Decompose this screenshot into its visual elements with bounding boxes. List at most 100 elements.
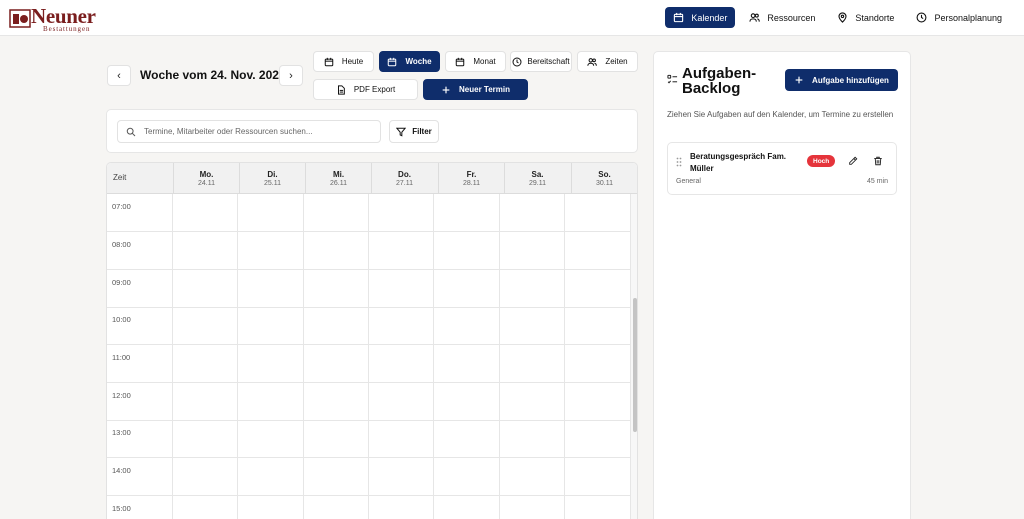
grid-divider — [368, 194, 369, 519]
day-date: 24.11 — [198, 180, 215, 187]
nav-item-label: Ressourcen — [767, 12, 816, 23]
hour-row[interactable]: 15:00 — [107, 496, 631, 519]
next-week-button[interactable]: › — [279, 65, 303, 86]
week-title: Woche vom 24. Nov. 2025 — [140, 68, 286, 82]
logo-mark-icon — [9, 9, 31, 28]
hour-label: 15:00 — [112, 504, 131, 513]
day-header-sat: Sa. 29.11 — [504, 163, 570, 194]
view-label: Zeiten — [605, 57, 628, 66]
hour-row[interactable]: 11:00 — [107, 345, 631, 383]
grid-divider — [499, 194, 500, 519]
view-woche-button[interactable]: Woche — [379, 51, 440, 72]
calendar-scrollbar[interactable] — [631, 194, 637, 519]
hour-label: 13:00 — [112, 428, 131, 437]
view-label: Heute — [341, 57, 364, 66]
hour-row[interactable]: 14:00 — [107, 458, 631, 496]
add-task-label: Aufgabe hinzufügen — [812, 75, 889, 85]
day-date: 25.11 — [264, 180, 281, 187]
add-task-button[interactable]: Aufgabe hinzufügen — [785, 69, 898, 91]
priority-badge: Hoch — [807, 155, 836, 167]
search-icon — [126, 127, 136, 136]
nav-item-label: Kalender — [691, 12, 728, 23]
search-placeholder: Termine, Mitarbeiter oder Ressourcen suc… — [144, 127, 313, 136]
day-header-tue: Di. 25.11 — [239, 163, 305, 194]
scrollbar-thumb[interactable] — [633, 298, 637, 432]
hour-label: 10:00 — [112, 315, 131, 324]
grid-divider — [172, 194, 173, 519]
view-bereitschaft-button[interactable]: Bereitschaft — [510, 51, 572, 72]
top-bar: Neuner Bestattungen Kalender Ressourcen … — [0, 0, 1024, 36]
hour-row[interactable]: 10:00 — [107, 307, 631, 345]
day-name: Mi. — [332, 170, 345, 179]
day-header-fri: Fr. 28.11 — [438, 163, 504, 194]
view-label: Bereitschaft — [527, 57, 570, 66]
day-header-thu: Do. 27.11 — [371, 163, 437, 194]
day-header-wed: Mi. 26.11 — [305, 163, 371, 194]
hour-row[interactable]: 08:00 — [107, 232, 631, 270]
day-name: Fr. — [466, 170, 477, 179]
task-title: Beratungsgespräch Fam. Müller — [690, 152, 787, 173]
day-date: 28.11 — [463, 180, 480, 187]
nav-item-label: Personalplanung — [934, 12, 1002, 23]
filter-label: Filter — [412, 127, 432, 136]
day-header-mon: Mo. 24.11 — [173, 163, 239, 194]
task-duration: 45 min — [866, 178, 888, 185]
hour-label: 08:00 — [112, 240, 131, 249]
backlog-description: Ziehen Sie Aufgaben auf den Kalender, um… — [667, 110, 894, 119]
search-card: Termine, Mitarbeiter oder Ressourcen suc… — [106, 109, 638, 153]
company-logo[interactable]: Neuner Bestattungen — [9, 4, 101, 33]
task-category: General — [676, 178, 701, 185]
day-name: Di. — [267, 170, 278, 179]
backlog-task-card[interactable]: Beratungsgespräch Fam. Müller Hoch Gener… — [667, 142, 897, 195]
nav-item-standorte[interactable]: Standorte — [829, 7, 902, 28]
day-name: Do. — [398, 170, 411, 179]
grid-divider — [303, 194, 304, 519]
day-date: 30.11 — [596, 180, 613, 187]
day-header-sun: So. 30.11 — [571, 163, 637, 194]
calendar-body[interactable]: 07:00 08:00 09:00 10:00 11:00 12:00 13:0… — [107, 194, 631, 519]
clock-icon — [916, 12, 927, 23]
day-name: Sa. — [531, 170, 544, 179]
nav-item-kalender[interactable]: Kalender — [665, 7, 736, 28]
day-name: Mo. — [199, 170, 214, 179]
prev-week-button[interactable]: ‹ — [107, 65, 131, 86]
hour-row[interactable]: 09:00 — [107, 270, 631, 308]
drag-handle-icon[interactable] — [676, 157, 682, 167]
nav-item-personalplanung[interactable]: Personalplanung — [908, 7, 1010, 28]
trash-icon[interactable] — [873, 156, 883, 166]
view-monat-button[interactable]: Monat — [445, 51, 506, 72]
hour-label: 11:00 — [112, 353, 131, 362]
map-pin-icon — [838, 12, 847, 23]
day-date: 27.11 — [396, 180, 413, 187]
task-backlog-panel: Aufgaben-Backlog Aufgabe hinzufügen Zieh… — [653, 51, 911, 519]
hour-row[interactable]: 13:00 — [107, 420, 631, 458]
clock-icon — [512, 56, 522, 67]
chevron-left-icon: ‹ — [117, 69, 121, 82]
filter-button[interactable]: Filter — [389, 120, 439, 143]
hour-row[interactable]: 12:00 — [107, 383, 631, 421]
brand-tagline: Bestattungen — [43, 25, 91, 33]
pdf-export-label: PDF Export — [353, 85, 396, 94]
pencil-icon[interactable] — [848, 156, 858, 166]
nav-item-label: Standorte — [855, 12, 895, 23]
filter-icon — [396, 127, 407, 137]
backlog-title: Aufgaben-Backlog — [682, 65, 757, 97]
new-appointment-button[interactable]: Neuer Termin — [423, 79, 528, 100]
day-name: So. — [598, 170, 611, 179]
calendar-icon — [674, 12, 684, 23]
grid-divider — [433, 194, 434, 519]
users-icon — [749, 13, 761, 22]
hour-label: 07:00 — [112, 202, 131, 211]
view-label: Woche — [405, 57, 432, 66]
chevron-right-icon: › — [289, 69, 293, 82]
search-input[interactable]: Termine, Mitarbeiter oder Ressourcen suc… — [117, 120, 381, 143]
nav-item-ressourcen[interactable]: Ressourcen — [741, 7, 823, 28]
list-todo-icon — [667, 74, 678, 84]
pdf-export-button[interactable]: PDF Export — [313, 79, 418, 100]
view-zeiten-button[interactable]: Zeiten — [577, 51, 638, 72]
new-appointment-label: Neuer Termin — [459, 85, 510, 94]
view-heute-button[interactable]: Heute — [313, 51, 374, 72]
hour-row[interactable]: 07:00 — [107, 194, 631, 232]
users-icon — [587, 57, 598, 66]
grid-divider — [564, 194, 565, 519]
